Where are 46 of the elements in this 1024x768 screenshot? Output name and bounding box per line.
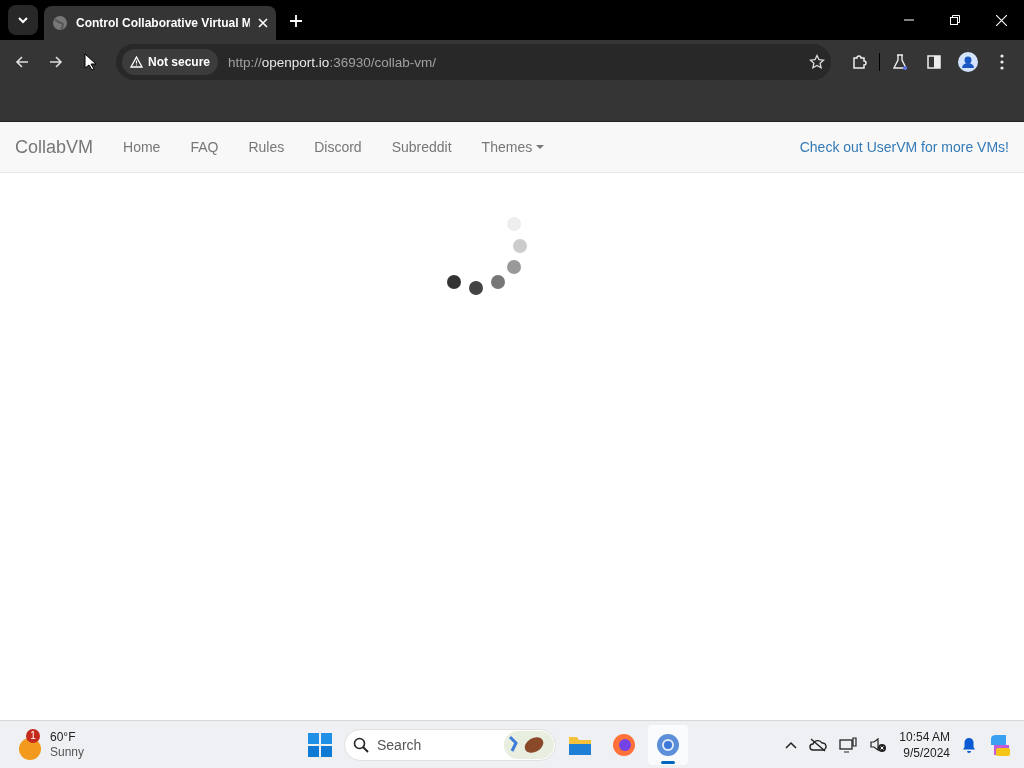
side-panel-icon xyxy=(926,54,942,70)
nav-link[interactable]: Discord xyxy=(299,139,377,155)
chevron-up-icon xyxy=(785,740,798,749)
flask-icon xyxy=(892,54,908,70)
temperature-text: 60°F xyxy=(50,729,77,745)
chrome-icon xyxy=(656,732,680,757)
globe-icon xyxy=(52,15,68,31)
nav-link[interactable]: Home xyxy=(108,139,176,155)
url-text: http://openport.io:36930/collab-vm/ xyxy=(228,54,437,70)
firefox-icon xyxy=(612,732,636,757)
cloud-off-icon xyxy=(809,737,828,752)
warning-icon xyxy=(130,56,143,68)
promo-link[interactable]: Check out UserVM for more VMs! xyxy=(799,139,1009,155)
star-icon xyxy=(809,54,825,70)
back-arrow-icon xyxy=(15,55,29,69)
close-icon xyxy=(995,14,1007,26)
tab-list-button[interactable] xyxy=(8,5,38,35)
weather-condition: Sunny xyxy=(50,744,85,760)
notification-badge: 1 xyxy=(26,728,40,743)
search-icon xyxy=(353,736,369,753)
security-chip[interactable]: Not secure xyxy=(122,49,219,75)
nav-link[interactable]: Subreddit xyxy=(376,139,467,155)
clock[interactable]: 10:54 AM 9/5/2024 xyxy=(899,728,950,761)
taskbar-app[interactable] xyxy=(648,724,688,765)
chevron-down-icon xyxy=(18,15,28,25)
bell-icon xyxy=(962,736,976,753)
close-icon xyxy=(258,18,268,28)
address-bar[interactable]: Not secure http://openport.io:36930/collab-vm/ xyxy=(116,44,831,80)
caret-icon xyxy=(536,145,545,149)
brand-link[interactable]: CollabVM xyxy=(15,136,94,158)
nav-link[interactable]: Themes xyxy=(466,139,560,155)
clock-date: 9/5/2024 xyxy=(903,744,950,761)
avatar-icon xyxy=(958,52,978,72)
restore-icon xyxy=(950,15,960,25)
nav-link[interactable]: FAQ xyxy=(175,139,234,155)
nav-link[interactable]: Rules xyxy=(233,139,300,155)
speaker-muted-icon xyxy=(869,736,888,753)
copilot-icon xyxy=(988,732,1012,757)
windows-start-icon xyxy=(308,732,332,757)
clock-time: 10:54 AM xyxy=(899,728,950,745)
mouse-cursor-icon xyxy=(84,53,96,71)
forward-arrow-icon xyxy=(49,55,63,69)
network-icon xyxy=(839,736,858,753)
puzzle-icon xyxy=(851,54,867,70)
plus-icon xyxy=(290,15,302,27)
menu-icon xyxy=(1000,54,1004,70)
